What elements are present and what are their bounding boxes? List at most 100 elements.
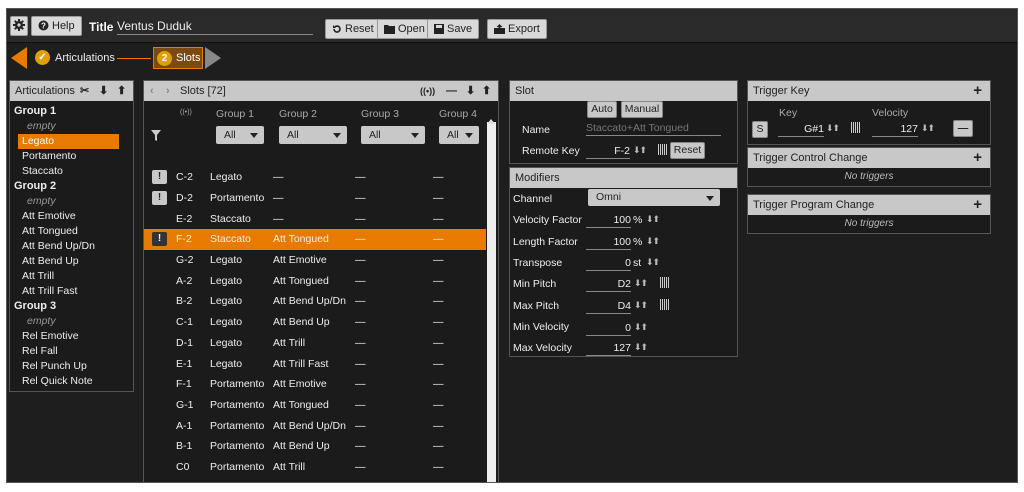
max-velocity-input[interactable]: 127 — [586, 342, 631, 356]
length-factor-input[interactable]: 100 — [586, 236, 631, 250]
slot-row[interactable]: F-1 Portamento Att Emotive — — — [144, 374, 486, 395]
slot-row[interactable]: E-1 Legato Att Trill Fast — — — [144, 353, 486, 374]
filter-group2[interactable]: All — [279, 126, 347, 144]
min-velocity-arrows-icon[interactable]: ⬇⬆ — [634, 322, 648, 333]
step-slots[interactable]: 2 Slots — [153, 47, 203, 69]
move-down-icon[interactable]: ⬇ — [466, 81, 475, 101]
max-velocity-arrows-icon[interactable]: ⬇⬆ — [634, 342, 648, 353]
back-arrow-icon[interactable] — [7, 47, 29, 69]
slot-row[interactable]: D0PortamentoAtt Trill Fast—— — [144, 477, 486, 483]
max-pitch-keyboard-icon[interactable] — [660, 299, 669, 310]
step-connector — [117, 58, 151, 59]
next-icon[interactable]: › — [166, 81, 170, 101]
articulation-item[interactable]: Staccato — [10, 164, 133, 179]
max-pitch-arrows-icon[interactable]: ⬇⬆ — [634, 300, 648, 311]
velocity-factor-input[interactable]: 100 — [586, 214, 631, 228]
trigger-key-input[interactable]: G#1 — [778, 123, 824, 137]
open-button[interactable]: Open — [377, 19, 432, 39]
slot-row[interactable]: A-1 Portamento Att Bend Up/Dn — — — [144, 415, 486, 436]
trigger-velocity-input[interactable]: 127 — [872, 123, 918, 137]
trigger-key-arrows-icon[interactable]: ⬇⬆ — [826, 123, 840, 134]
slot-row[interactable]: E-2 Staccato — — — — [144, 208, 486, 229]
articulation-item[interactable]: Rel Quick Note — [10, 374, 133, 389]
remove-trigger-key-button[interactable]: — — [953, 120, 973, 137]
add-trigger-cc-icon[interactable]: + — [973, 148, 982, 168]
filter-icon[interactable] — [151, 130, 161, 141]
articulation-group[interactable]: Group 2 — [10, 179, 133, 194]
slot-group2: — — [273, 212, 284, 225]
filter-group3[interactable]: All — [361, 126, 425, 144]
slot-row[interactable]: B-1 Portamento Att Bend Up — — — [144, 436, 486, 457]
slot-row[interactable]: ! C-2 Legato — — — — [144, 167, 486, 188]
learn-arrows-icon[interactable]: ⬇⬆ — [633, 145, 647, 156]
remove-icon[interactable]: — — [446, 81, 457, 101]
articulation-item[interactable]: Att Emotive — [10, 209, 133, 224]
transpose-arrows-icon[interactable]: ⬇⬆ — [646, 257, 660, 268]
save-button[interactable]: Save — [427, 19, 480, 39]
articulation-item[interactable]: Att Bend Up/Dn — [10, 239, 133, 254]
keyboard-icon[interactable] — [658, 144, 667, 155]
trigger-keyboard-icon[interactable] — [851, 122, 860, 133]
max-pitch-input[interactable]: D4 — [586, 300, 631, 314]
transpose-input[interactable]: 0 — [586, 257, 631, 271]
filter-group1[interactable]: All — [216, 126, 264, 144]
slot-row[interactable]: ! F-2 Staccato Att Tongued — — — [144, 229, 486, 250]
min-velocity-input[interactable]: 0 — [586, 322, 631, 336]
slot-row[interactable]: G-2 Legato Att Emotive — — — [144, 250, 486, 271]
articulation-item[interactable]: Att Tongued — [10, 224, 133, 239]
scrollbar[interactable] — [487, 122, 496, 482]
articulation-group[interactable]: Group 3 — [10, 299, 133, 314]
slot-row[interactable]: C0 Portamento Att Trill — — — [144, 457, 486, 478]
broadcast-icon[interactable]: ((•)) — [420, 81, 435, 101]
articulation-item[interactable]: Rel Punch Up — [10, 359, 133, 374]
articulation-item[interactable]: Rel Fall — [10, 344, 133, 359]
trigger-velocity-arrows-icon[interactable]: ⬇⬆ — [921, 123, 935, 134]
breadcrumb: ✓ Articulations 2 Slots — [7, 43, 1017, 73]
articulation-item[interactable]: Portamento — [10, 149, 133, 164]
add-trigger-key-icon[interactable]: + — [973, 81, 982, 101]
articulation-item[interactable]: Att Trill Fast — [10, 284, 133, 299]
forward-arrow-icon[interactable] — [203, 47, 223, 69]
help-button[interactable]: ? Help — [31, 16, 82, 36]
articulation-item[interactable]: Att Trill — [10, 269, 133, 284]
scroll-up-icon[interactable] — [487, 115, 495, 124]
slot-warning-cell — [144, 208, 176, 229]
slot-row[interactable]: A-2 Legato Att Tongued — — — [144, 270, 486, 291]
step-articulations[interactable]: Articulations — [55, 52, 115, 64]
move-up-icon[interactable]: ⬆ — [482, 81, 491, 101]
velocity-factor-arrows-icon[interactable]: ⬇⬆ — [646, 214, 660, 225]
slot-row[interactable]: ! D-2 Portamento — — — — [144, 188, 486, 209]
slot-row[interactable]: G-1 Portamento Att Tongued — — — [144, 395, 486, 416]
channel-select[interactable]: Omni — [588, 189, 720, 206]
reset-button[interactable]: Reset — [325, 19, 381, 39]
add-trigger-pc-icon[interactable]: + — [973, 195, 982, 215]
move-down-icon[interactable]: ⬇ — [99, 81, 108, 101]
length-factor-arrows-icon[interactable]: ⬇⬆ — [646, 236, 660, 247]
export-button[interactable]: Export — [487, 19, 547, 39]
articulation-item[interactable]: Rel Emotive — [10, 329, 133, 344]
move-up-icon[interactable]: ⬆ — [117, 81, 126, 101]
slot-row[interactable]: D-1 Legato Att Trill — — — [144, 333, 486, 354]
auto-button[interactable]: Auto — [587, 101, 617, 118]
slot-note: D0 — [176, 477, 210, 483]
articulation-item[interactable]: Att Bend Up — [10, 254, 133, 269]
articulation-item[interactable]: Legato — [18, 134, 119, 149]
slot-note: C0 — [176, 460, 190, 473]
min-pitch-input[interactable]: D2 — [586, 278, 631, 292]
remote-key-input[interactable]: F-2 — [586, 145, 630, 159]
name-input[interactable]: Staccato+Att Tongued — [586, 122, 721, 136]
min-pitch-arrows-icon[interactable]: ⬇⬆ — [634, 278, 648, 289]
settings-button[interactable] — [10, 16, 28, 36]
slot-row[interactable]: B-2 Legato Att Bend Up/Dn — — — [144, 291, 486, 312]
cut-icon[interactable]: ✂ — [80, 81, 89, 101]
slot-note: C-1 — [176, 316, 193, 329]
articulation-group[interactable]: Group 1 — [10, 104, 133, 119]
title-input[interactable]: Ventus Duduk — [117, 19, 313, 35]
min-pitch-keyboard-icon[interactable] — [660, 277, 669, 288]
s-button[interactable]: S — [752, 121, 768, 138]
manual-button[interactable]: Manual — [621, 101, 663, 118]
slot-row[interactable]: C-1 Legato Att Bend Up — — — [144, 312, 486, 333]
filter-group4[interactable]: All — [439, 126, 479, 144]
prev-icon[interactable]: ‹ — [150, 81, 154, 101]
remote-reset-button[interactable]: Reset — [670, 142, 705, 159]
